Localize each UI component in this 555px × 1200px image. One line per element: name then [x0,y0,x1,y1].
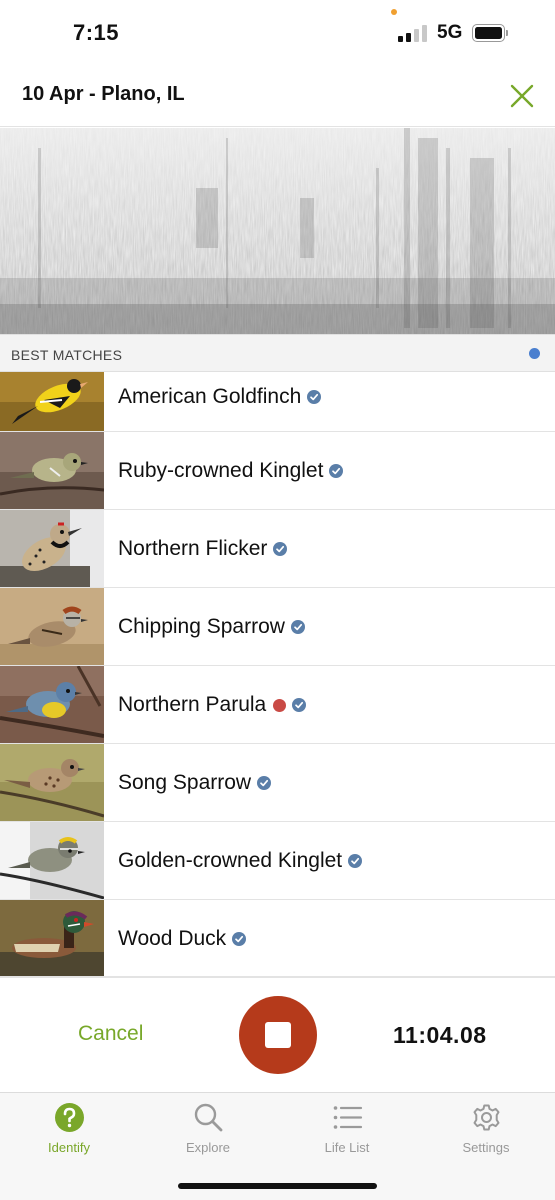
tab-life-list[interactable]: Life List [278,1093,416,1163]
tab-settings[interactable]: Settings [417,1093,555,1163]
list-item[interactable]: Chipping Sparrow [0,588,555,666]
list-item[interactable]: American Goldfinch [0,372,555,432]
status-time: 7:15 [73,20,120,45]
bird-photo [0,666,104,743]
bird-photo [0,432,104,509]
page-title: 10 Apr - Plano, IL [22,83,185,105]
bird-photo [0,372,104,431]
verified-check-icon [257,776,272,790]
species-name: Northern Flicker [118,537,268,560]
bird-photo [0,900,104,977]
tab-identify[interactable]: Identify [0,1093,138,1163]
tab-label: Explore [185,1140,231,1155]
species-name: American Goldfinch [118,385,302,408]
species-name: Song Sparrow [118,771,252,794]
bird-photo [0,822,104,899]
list-item[interactable]: Northern Flicker [0,510,555,588]
privacy-indicator-dot [391,9,397,15]
magnifier-icon [194,1103,223,1132]
recording-header: 10 Apr - Plano, IL [0,66,555,127]
new-species-dot [273,698,287,712]
status-bar: 7:15 5G [0,0,555,66]
best-matches-header: BEST MATCHES [0,334,555,372]
list-item[interactable]: Golden-crowned Kinglet [0,822,555,900]
network-type: 5G [437,22,463,43]
match-list: American Goldfinch Ruby-crowned Kinglet [0,372,555,978]
verified-check-icon [329,464,344,478]
recording-controls: Cancel 11:04.08 [0,976,555,1092]
verified-check-icon [292,698,307,712]
question-mark-icon [55,1103,84,1132]
bird-photo [0,588,104,665]
tab-explore[interactable]: Explore [139,1093,277,1163]
verified-check-icon [348,854,363,868]
verified-check-icon [307,390,322,404]
bird-photo [0,510,104,587]
list-item[interactable]: Ruby-crowned Kinglet [0,432,555,510]
species-name: Northern Parula [118,693,267,716]
tab-label: Life List [324,1140,370,1155]
tab-label: Settings [462,1140,510,1155]
list-item[interactable]: Northern Parula [0,666,555,744]
best-matches-title: BEST MATCHES [11,347,123,363]
close-button[interactable] [506,80,538,112]
list-item[interactable]: Wood Duck [0,900,555,978]
close-x-icon [510,84,534,108]
tab-label: Identify [48,1140,90,1155]
bird-photo [0,744,104,821]
species-name: Ruby-crowned Kinglet [118,459,324,482]
home-indicator[interactable] [178,1183,377,1189]
battery-icon [472,24,508,42]
list-item[interactable]: Song Sparrow [0,744,555,822]
verified-check-icon [290,620,305,634]
list-icon [333,1106,363,1129]
cellular-signal-icon [398,24,428,42]
recording-timer: 11:04.08 [393,1022,487,1048]
species-name: Wood Duck [118,927,227,950]
verified-check-icon [232,932,247,946]
species-name: Golden-crowned Kinglet [118,849,343,872]
cancel-button[interactable]: Cancel [78,1022,143,1046]
stop-icon [265,1022,291,1048]
listening-indicator-dot [529,348,540,359]
gear-icon [473,1104,500,1131]
stop-recording-button[interactable] [239,996,317,1074]
spectrogram [0,128,555,334]
species-name: Chipping Sparrow [118,615,285,638]
verified-check-icon [273,542,288,556]
